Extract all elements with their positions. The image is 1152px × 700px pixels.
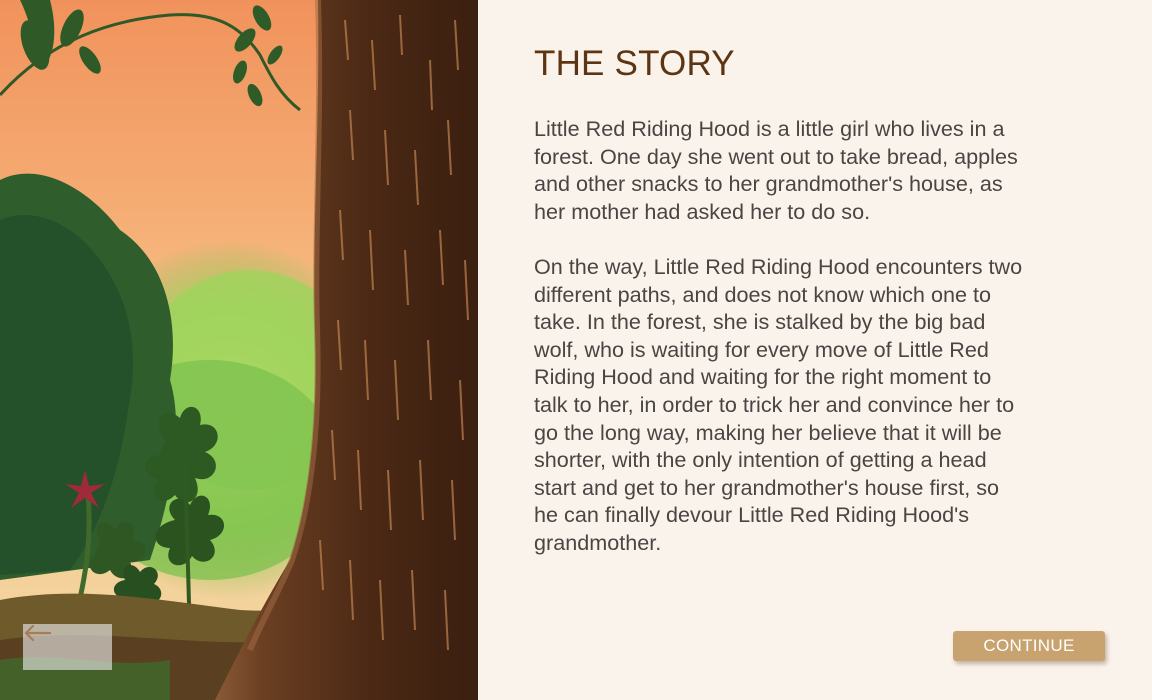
story-panel: THE STORY Little Red Riding Hood is a li… bbox=[478, 0, 1152, 700]
forest-scene-image bbox=[0, 0, 478, 700]
back-button[interactable] bbox=[23, 624, 112, 670]
continue-button[interactable]: CONTINUE bbox=[953, 631, 1105, 661]
story-paragraph-1: Little Red Riding Hood is a little girl … bbox=[534, 116, 1018, 224]
story-page: THE STORY Little Red Riding Hood is a li… bbox=[0, 0, 1152, 700]
story-title: THE STORY bbox=[534, 44, 735, 83]
story-paragraph-2: On the way, Little Red Riding Hood encou… bbox=[534, 253, 1023, 555]
story-text: Little Red Riding Hood is a little girl … bbox=[534, 115, 1024, 584]
forest-illustration bbox=[0, 0, 478, 700]
arrow-left-icon bbox=[24, 624, 51, 642]
